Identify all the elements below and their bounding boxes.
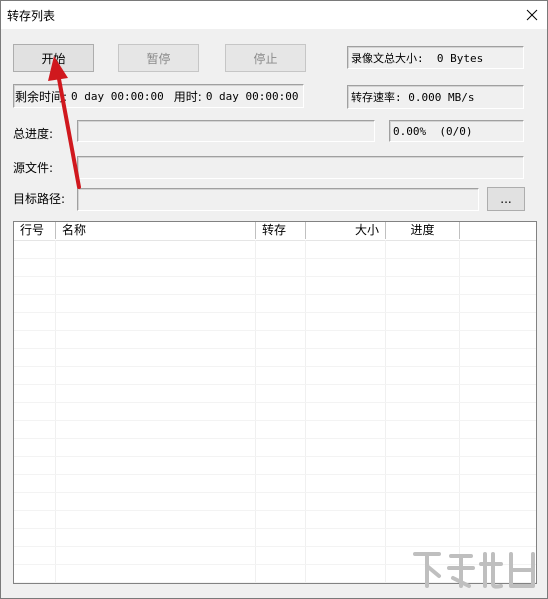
grid-line — [305, 240, 306, 583]
row-grid-line — [14, 294, 536, 295]
grid-line — [55, 240, 56, 583]
transfer-file-list[interactable]: 行号 名称 转存 大小 进度 — [13, 221, 537, 584]
row-grid-line — [14, 438, 536, 439]
row-grid-line — [14, 312, 536, 313]
target-path-field[interactable] — [77, 188, 479, 211]
row-grid-line — [14, 402, 536, 403]
total-progress-label: 总进度: — [13, 127, 54, 141]
total-progress-bar — [77, 120, 375, 142]
grid-line — [255, 240, 256, 583]
total-progress-percent: 0.00% (0/0) — [389, 120, 524, 142]
xiazaiba-watermark-logo — [413, 552, 535, 589]
column-header-name[interactable]: 名称 — [56, 222, 256, 239]
close-button[interactable] — [517, 1, 547, 29]
column-header-transfer[interactable]: 转存 — [256, 222, 306, 239]
target-path-label: 目标路径: — [13, 192, 66, 206]
row-grid-line — [14, 510, 536, 511]
transfer-speed-text: 转存速率: 0.000 MB/s — [351, 91, 475, 104]
row-grid-line — [14, 258, 536, 259]
row-grid-line — [14, 492, 536, 493]
source-file-field — [77, 156, 524, 179]
row-grid-line — [14, 474, 536, 475]
transfer-speed-display: 转存速率: 0.000 MB/s — [347, 85, 524, 109]
remaining-time-value: 0 day 00:00:00 — [71, 89, 164, 103]
video-total-size-display: 录像文总大小: 0 Bytes — [347, 46, 524, 69]
start-button[interactable]: 开始 — [13, 44, 94, 72]
row-grid-line — [14, 420, 536, 421]
video-total-size-text: 录像文总大小: 0 Bytes — [351, 51, 484, 65]
row-grid-line — [14, 366, 536, 367]
transfer-list-window: 转存列表 开始 暂停 停止 录像文总大小: 0 Bytes 剩余时间: 0 da… — [0, 0, 548, 599]
list-header: 行号 名称 转存 大小 进度 — [14, 222, 536, 241]
browse-button[interactable]: ... — [487, 187, 525, 211]
grid-line — [385, 240, 386, 583]
pause-button[interactable]: 暂停 — [118, 44, 199, 72]
column-header-progress[interactable]: 进度 — [386, 222, 460, 239]
elapsed-time-value: 0 day 00:00:00 — [205, 89, 299, 103]
row-grid-line — [14, 384, 536, 385]
time-display: 剩余时间: 0 day 00:00:00 用时: 0 day 00:00:00 — [13, 84, 304, 108]
column-header-size[interactable]: 大小 — [306, 222, 386, 239]
total-progress-percent-text: 0.00% (0/0) — [393, 124, 473, 138]
title-bar: 转存列表 — [1, 1, 547, 29]
row-grid-line — [14, 456, 536, 457]
row-grid-line — [14, 348, 536, 349]
elapsed-time-label: 用时: — [173, 89, 202, 104]
row-grid-line — [14, 276, 536, 277]
row-grid-line — [14, 330, 536, 331]
window-title: 转存列表 — [7, 9, 56, 23]
row-grid-line — [14, 528, 536, 529]
source-file-label: 源文件: — [13, 161, 54, 175]
column-header-row-number[interactable]: 行号 — [14, 222, 56, 239]
remaining-time-label: 剩余时间: — [15, 89, 68, 104]
grid-line — [459, 240, 460, 583]
stop-button[interactable]: 停止 — [225, 44, 306, 72]
close-icon — [526, 9, 538, 21]
